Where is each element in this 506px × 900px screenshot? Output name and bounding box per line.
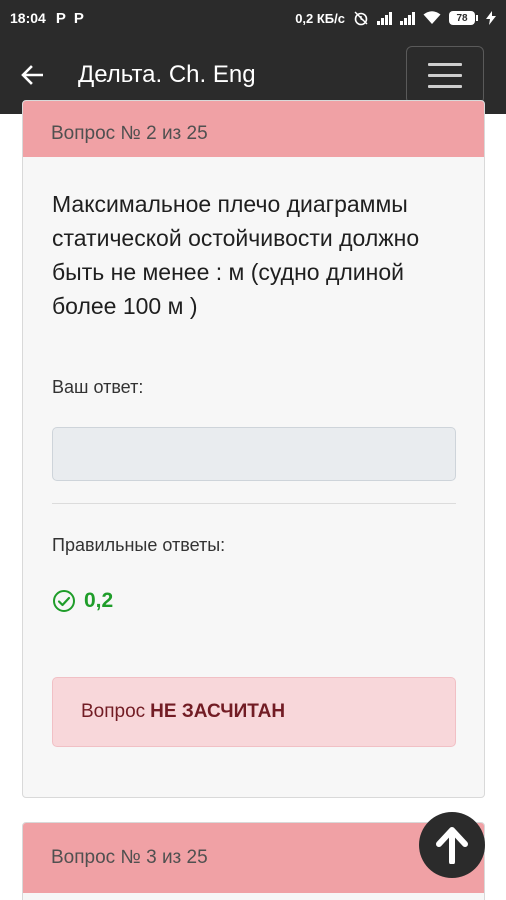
verdict-prefix: Вопрос	[81, 701, 146, 722]
question-number-header: Вопрос № 2 из 25	[23, 101, 484, 157]
battery-icon: 78	[449, 11, 478, 25]
arrow-left-icon	[21, 65, 43, 85]
correct-answer-value: 0,2	[84, 589, 114, 612]
menu-button[interactable]	[406, 46, 484, 104]
next-question-card: Вопрос № 3 из 25	[22, 822, 485, 900]
question-text: Максимальное плечо диаграммы статической…	[52, 191, 420, 319]
your-answer-label: Ваш ответ:	[52, 377, 144, 397]
question-card: Вопрос № 2 из 25 Максимальное плечо диаг…	[22, 100, 485, 798]
question-number-header: Вопрос № 3 из 25	[23, 823, 484, 893]
arrow-up-icon	[436, 827, 468, 864]
check-circle-icon	[53, 590, 75, 612]
network-speed: 0,2 КБ/с	[295, 10, 345, 26]
verdict-alert: Вопрос НЕ ЗАСЧИТАН	[52, 677, 456, 747]
correct-answer: 0,2	[52, 589, 113, 613]
charging-icon	[486, 11, 496, 25]
notification-p-icon: P	[55, 9, 66, 27]
status-right: 0,2 КБ/с 78	[295, 10, 496, 26]
app-title: Дельта. Ch. Eng	[78, 61, 256, 88]
hamburger-icon	[428, 62, 462, 66]
battery-level: 78	[449, 11, 475, 25]
signal-icon	[377, 11, 392, 25]
notification-p-icon: P	[73, 9, 84, 27]
answer-field	[52, 427, 456, 481]
divider	[52, 503, 456, 504]
wifi-icon	[423, 11, 441, 24]
status-bar: 18:04 P P 0,2 КБ/с 78	[0, 0, 506, 36]
status-time: 18:04	[10, 10, 46, 26]
alarm-icon	[354, 11, 368, 26]
correct-answers-label: Правильные ответы:	[52, 535, 226, 555]
signal-icon	[400, 11, 415, 25]
verdict-status: НЕ ЗАСЧИТАН	[150, 701, 286, 722]
scroll-top-button[interactable]	[419, 812, 485, 878]
